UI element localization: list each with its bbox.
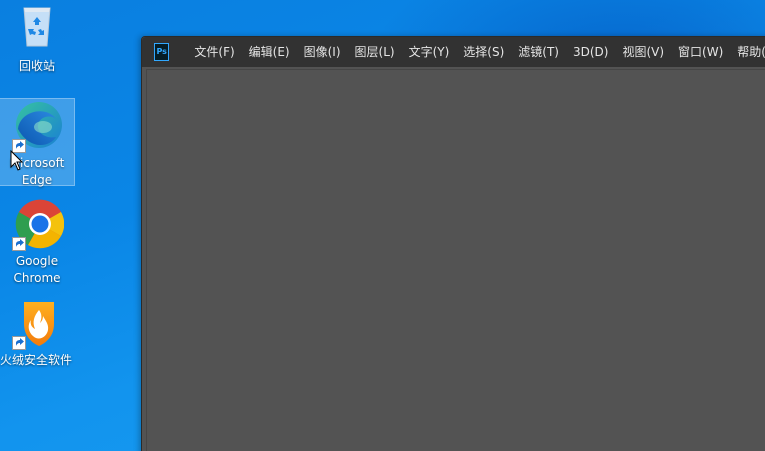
menu-layer[interactable]: 图层(L) [348,37,402,67]
desktop-icon-label: 火绒安全软件 [0,353,72,367]
desktop-icon-label-line2: Chrome [13,271,61,285]
huorong-icon [10,296,64,350]
menu-image[interactable]: 图像(I) [297,37,348,67]
menu-help[interactable]: 帮助(H [730,37,765,67]
menu-view[interactable]: 视图(V) [615,37,671,67]
menu-filter[interactable]: 滤镜(T) [511,37,566,67]
shortcut-arrow-icon [12,336,26,350]
menu-3d[interactable]: 3D(D) [566,37,615,67]
desktop-icon-label-line2: Edge [21,173,53,187]
edge-icon [10,99,64,153]
desktop-icon-label-line1: Google [15,254,59,268]
desktop-icon-chrome[interactable]: Google Chrome [0,197,74,287]
photoshop-logo-icon[interactable]: Ps [154,43,170,61]
menu-window[interactable]: 窗口(W) [671,37,730,67]
mouse-cursor-icon [10,149,24,172]
recycle-bin-icon [10,2,64,56]
menu-type[interactable]: 文字(Y) [402,37,457,67]
chrome-icon [10,197,65,251]
desktop: 回收站 Microsoft Edge Google Chrome 火绒安全软件 … [0,0,765,451]
shortcut-arrow-icon [12,237,26,251]
desktop-icon-edge[interactable]: Microsoft Edge [0,98,75,187]
desktop-icon-huorong[interactable]: 火绒安全软件 [0,296,74,369]
photoshop-window: Ps 文件(F) 编辑(E) 图像(I) 图层(L) 文字(Y) 选择(S) 滤… [141,36,765,451]
menu-edit[interactable]: 编辑(E) [242,37,297,67]
menu-select[interactable]: 选择(S) [456,37,511,67]
photoshop-menubar: Ps 文件(F) 编辑(E) 图像(I) 图层(L) 文字(Y) 选择(S) 滤… [142,37,765,67]
menu-file[interactable]: 文件(F) [187,37,241,67]
desktop-icon-label: 回收站 [18,59,55,73]
desktop-icon-recycle-bin[interactable]: 回收站 [0,2,74,75]
photoshop-workspace[interactable] [146,69,765,451]
